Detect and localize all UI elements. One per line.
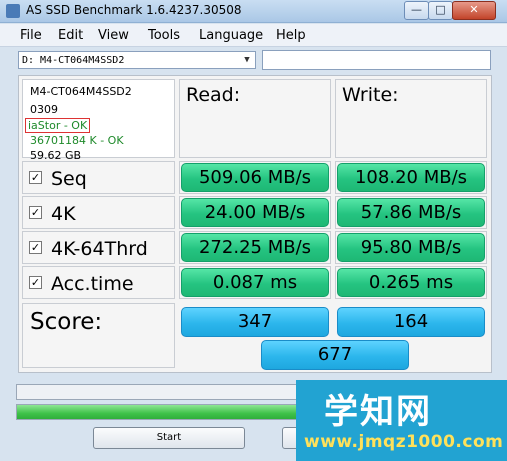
menu-help[interactable]: Help [276,28,306,43]
menu-file[interactable]: File [20,28,42,43]
close-button[interactable]: ✕ [452,1,496,20]
4k-64thrd-read-cell: 272.25 MB/s [179,231,331,264]
seq-write-cell: 108.20 MB/s [335,161,487,194]
drive-info-panel: M4-CT064M4SSD2 0309 iaStor - OK 36701184… [22,79,175,162]
row-label-4k-64thrd: ✓ 4K-64Thrd [22,231,175,264]
4k-64thrd-write-value: 95.80 MB/s [337,233,485,262]
acc-time-read-cell: 0.087 ms [179,266,331,299]
chevron-down-icon[interactable]: ▼ [241,54,253,66]
acc-time-read-value: 0.087 ms [181,268,329,297]
menu-edit[interactable]: Edit [58,28,83,43]
seq-read-cell: 509.06 MB/s [179,161,331,194]
row-label-4k: ✓ 4K [22,196,175,229]
4k-64thrd-read-value: 272.25 MB/s [181,233,329,262]
4k-read-value: 24.00 MB/s [181,198,329,227]
drive-select-value: D: M4-CT064M4SSD2 [22,55,125,66]
score-read-value: 347 [181,307,329,337]
4k-write-cell: 57.86 MB/s [335,196,487,229]
acc-time-write-cell: 0.265 ms [335,266,487,299]
drive-firmware: 0309 [30,103,58,116]
seq-write-value: 108.20 MB/s [337,163,485,192]
empty-field [262,50,491,70]
4k-64thrd-write-cell: 95.80 MB/s [335,231,487,264]
score-label-cell: Score: [22,303,175,368]
menu-language[interactable]: Language [199,28,263,43]
score-write-value: 164 [337,307,485,337]
watermark-banner: 学知网 www.jmqz1000.com [296,380,507,461]
4k-64thrd-checkbox[interactable]: ✓ [29,241,42,254]
alignment-status: 36701184 K - OK [30,134,124,147]
app-icon [6,4,20,18]
watermark-url: www.jmqz1000.com [304,432,504,452]
row-label-seq: ✓ Seq [22,161,175,194]
read-header: Read: [179,79,331,158]
menu-tools[interactable]: Tools [148,28,180,43]
seq-read-value: 509.06 MB/s [181,163,329,192]
maximize-button[interactable]: □ [428,1,453,20]
seq-checkbox[interactable]: ✓ [29,171,42,184]
acc-time-checkbox[interactable]: ✓ [29,276,42,289]
start-button[interactable]: Start [93,427,245,449]
drive-model: M4-CT064M4SSD2 [30,85,132,98]
acc-time-write-value: 0.265 ms [337,268,485,297]
4k-write-value: 57.86 MB/s [337,198,485,227]
drive-select[interactable]: D: M4-CT064M4SSD2 ▼ [18,51,256,69]
row-label-acc-time: ✓ Acc.time [22,266,175,299]
title-bar: AS SSD Benchmark 1.6.4237.30508 — □ ✕ [0,0,507,23]
4k-read-cell: 24.00 MB/s [179,196,331,229]
window-title: AS SSD Benchmark 1.6.4237.30508 [26,3,242,17]
score-total-value: 677 [261,340,409,370]
driver-status: iaStor - OK [25,118,91,133]
4k-checkbox[interactable]: ✓ [29,206,42,219]
write-header: Write: [335,79,487,158]
menu-view[interactable]: View [98,28,129,43]
minimize-button[interactable]: — [404,1,429,20]
menu-bar: File Edit View Tools Language Help [0,24,507,47]
watermark-title: 学知网 [324,392,432,432]
results-grid: M4-CT064M4SSD2 0309 iaStor - OK 36701184… [18,75,492,373]
